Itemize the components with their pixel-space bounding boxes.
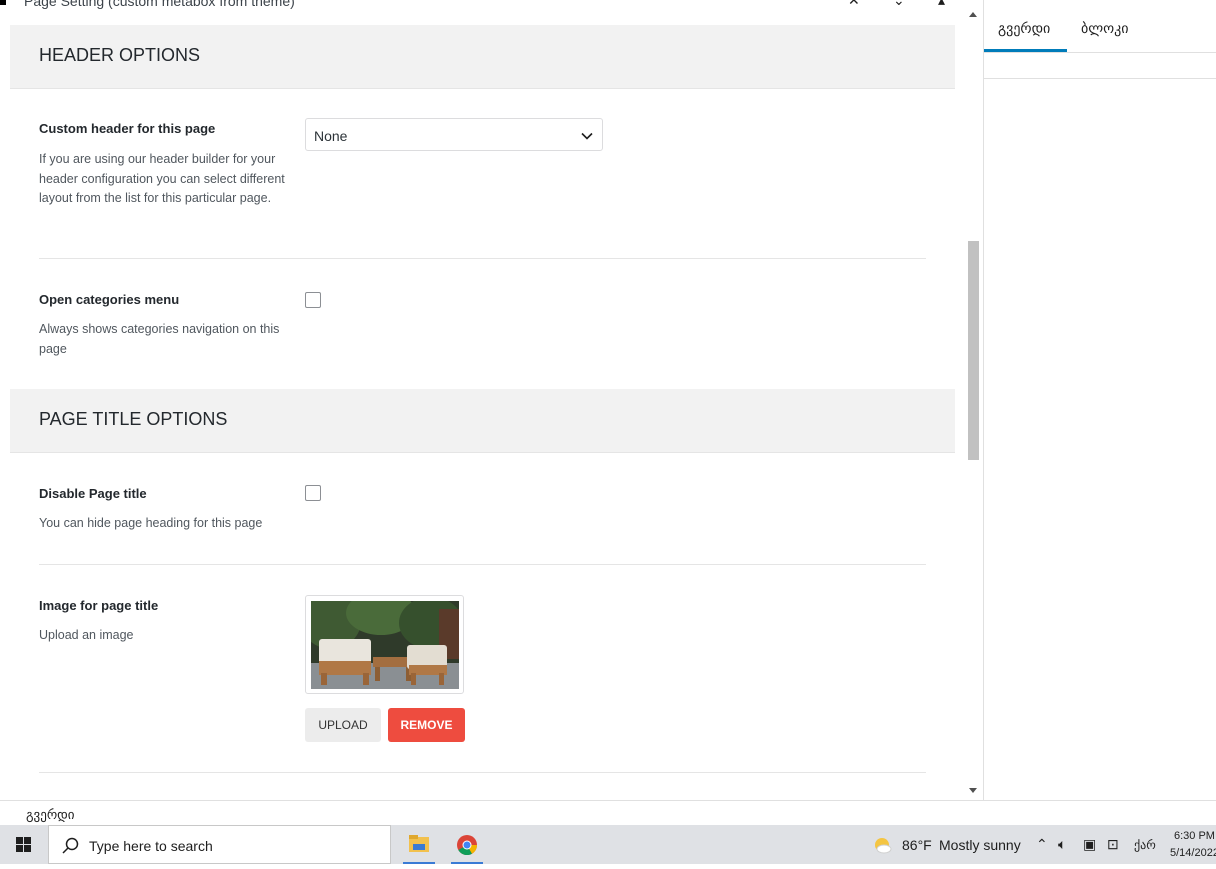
windows-taskbar: Type here to search 86°F Mostly sunny ⌃ … <box>0 825 1216 864</box>
notes-icon[interactable]: ▣ <box>1083 836 1096 853</box>
select-value: None <box>314 128 348 144</box>
clock-time: 6:30 PM <box>1173 830 1215 842</box>
clock[interactable]: 6:30 PM 5/14/2022 <box>1170 828 1216 862</box>
divider <box>39 772 926 773</box>
divider <box>984 78 1216 79</box>
collapse-icon[interactable]: ✕ <box>848 0 860 9</box>
scroll-down-icon[interactable] <box>969 788 977 793</box>
custom-header-label: Custom header for this page <box>39 121 216 136</box>
tab-page[interactable]: გვერდი <box>998 20 1050 37</box>
chrome-icon <box>457 835 478 856</box>
chevron-down-icon[interactable]: ⌄ <box>893 0 905 9</box>
section-title: PAGE TITLE OPTIONS <box>39 409 228 429</box>
custom-header-desc: If you are using our header builder for … <box>39 152 285 205</box>
title-image-label: Image for page title <box>39 598 159 613</box>
patio-furniture-image <box>311 601 459 689</box>
divider <box>39 258 926 259</box>
title-image-desc: Upload an image <box>39 628 134 642</box>
network-icon[interactable]: ⊡ <box>1107 836 1119 853</box>
metabox-header: Page Setting (custom metabox from theme)… <box>0 0 965 12</box>
open-categories-desc: Always shows categories navigation on th… <box>39 322 280 356</box>
disable-title-checkbox[interactable] <box>305 485 321 501</box>
sidebar-tabs: გვერდი ბლოკი <box>984 5 1216 53</box>
toggle-panel-icon[interactable]: ▴ <box>938 0 945 9</box>
taskbar-search[interactable]: Type here to search <box>48 825 391 864</box>
chevron-down-icon <box>581 132 593 140</box>
active-tab-indicator <box>984 49 1067 52</box>
chevron-up-icon[interactable]: ⌃ <box>1036 836 1048 853</box>
settings-sidebar: გვერდი ბლოკი <box>983 0 1216 800</box>
editor-footer: გვერდი <box>0 800 1216 826</box>
editor-main: Page Setting (custom metabox from theme)… <box>0 0 983 800</box>
windows-logo-icon <box>16 837 31 852</box>
file-explorer-button[interactable] <box>395 825 443 864</box>
section-page-title-options: PAGE TITLE OPTIONS <box>10 389 955 453</box>
weather-temp[interactable]: 86°F <box>902 837 932 853</box>
search-placeholder: Type here to search <box>89 838 213 854</box>
upload-button[interactable]: UPLOAD <box>305 708 381 742</box>
clock-date: 5/14/2022 <box>1170 847 1216 859</box>
weather-sun-icon <box>875 838 892 854</box>
volume-icon[interactable]: 🔈︎ <box>1058 836 1066 853</box>
search-icon <box>62 837 79 854</box>
tab-block[interactable]: ბლოკი <box>1081 20 1129 37</box>
breadcrumb[interactable]: გვერდი <box>26 807 75 823</box>
scroll-up-icon[interactable] <box>969 12 977 17</box>
section-title: HEADER OPTIONS <box>39 45 201 65</box>
language-indicator[interactable]: ქარ <box>1134 838 1156 852</box>
open-categories-label: Open categories menu <box>39 292 180 307</box>
folder-icon <box>409 835 429 852</box>
open-categories-checkbox[interactable] <box>305 292 321 308</box>
start-button[interactable] <box>0 825 48 864</box>
section-header-options: HEADER OPTIONS <box>10 25 955 89</box>
weather-desc[interactable]: Mostly sunny <box>939 837 1021 853</box>
remove-button[interactable]: REMOVE <box>388 708 465 742</box>
custom-header-select[interactable]: None <box>305 118 603 151</box>
disable-title-desc: You can hide page heading for this page <box>39 516 263 530</box>
disable-title-label: Disable Page title <box>39 486 147 501</box>
chrome-button[interactable] <box>443 825 491 864</box>
scrollbar[interactable] <box>965 5 982 800</box>
image-preview <box>305 595 464 694</box>
scrollbar-thumb[interactable] <box>968 241 979 460</box>
divider <box>39 564 926 565</box>
metabox-title: Page Setting (custom metabox from theme) <box>24 0 295 9</box>
